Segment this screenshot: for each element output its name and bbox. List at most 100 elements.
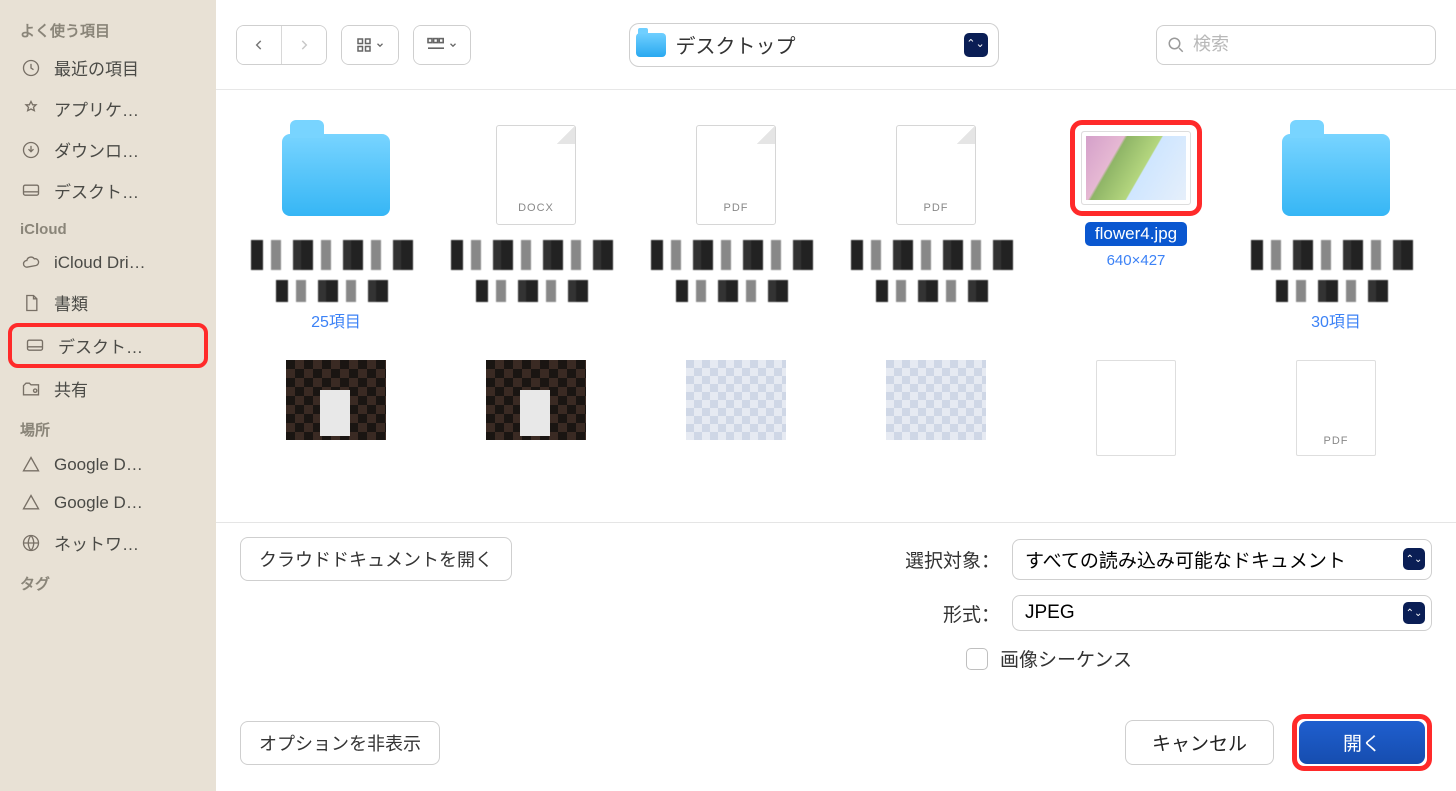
options-bar: クラウドドキュメントを開く 選択対象： すべての読み込み可能なドキュメント ⌃⌄… <box>216 522 1456 700</box>
section-header-locations: 場所 <box>0 409 216 446</box>
sidebar-item-icloud-drive[interactable]: iCloud Dri… <box>0 244 216 282</box>
sidebar-item-desktop-fav[interactable]: デスクト… <box>0 170 216 211</box>
group-button[interactable] <box>413 25 471 65</box>
sidebar-label: 書類 <box>54 290 88 315</box>
document-thumb: PDF <box>896 125 976 225</box>
image-thumb <box>286 360 386 440</box>
toolbar: デスクトップ ⌃⌄ <box>216 0 1456 90</box>
selection-target-label: 選択対象： <box>905 546 1000 573</box>
file-item-r2-1[interactable] <box>236 360 436 522</box>
document-thumb <box>1096 360 1176 456</box>
open-button[interactable]: 開く <box>1299 721 1425 764</box>
path-selector[interactable]: デスクトップ ⌃⌄ <box>629 23 999 67</box>
file-item-r2-3[interactable] <box>636 360 836 522</box>
section-header-icloud: iCloud <box>0 211 216 244</box>
sidebar-item-network[interactable]: ネットワ… <box>0 522 216 563</box>
chevron-updown-icon: ⌃⌄ <box>1403 602 1425 624</box>
file-item-r2-4[interactable] <box>836 360 1036 522</box>
redacted-filename <box>276 280 396 302</box>
sidebar-item-downloads[interactable]: ダウンロ… <box>0 129 216 170</box>
document-thumb: PDF <box>1296 360 1376 456</box>
folder-icon <box>282 134 390 216</box>
redacted-filename <box>251 240 421 270</box>
redacted-filename <box>876 280 996 302</box>
sidebar-label: Google D… <box>54 493 143 513</box>
cancel-button[interactable]: キャンセル <box>1125 720 1274 765</box>
open-cloud-document-button[interactable]: クラウドドキュメントを開く <box>240 537 512 581</box>
folder-icon <box>1282 134 1390 216</box>
sidebar: よく使う項目 最近の項目 アプリケ… ダウンロ… デスクト… iCloud iC… <box>0 0 216 791</box>
cloud-icon <box>20 252 42 274</box>
download-icon <box>20 139 42 161</box>
file-item-folder-2[interactable]: 30項目 <box>1236 120 1436 350</box>
view-icon-button[interactable] <box>341 25 399 65</box>
redacted-filename <box>1251 240 1421 270</box>
search-field[interactable] <box>1156 25 1436 65</box>
file-item-pdf-1[interactable]: PDF <box>636 120 836 350</box>
sidebar-label: デスクト… <box>54 178 139 203</box>
file-grid: 25項目 DOCX PDF PDF flower4.jpg 640×427 30… <box>216 90 1456 522</box>
image-thumb <box>1081 131 1191 205</box>
redacted-filename <box>451 240 621 270</box>
document-icon <box>20 292 42 314</box>
desktop-icon <box>24 335 46 357</box>
format-label: 形式： <box>943 600 1000 627</box>
file-item-r2-6[interactable]: PDF <box>1236 360 1436 522</box>
image-thumb <box>486 360 586 440</box>
image-thumb <box>886 360 986 440</box>
image-dimensions: 640×427 <box>1107 252 1166 269</box>
hide-options-button[interactable]: オプションを非表示 <box>240 721 440 765</box>
file-item-r2-2[interactable] <box>436 360 636 522</box>
disk-icon <box>20 492 42 514</box>
globe-icon <box>20 532 42 554</box>
section-header-tags: タグ <box>0 563 216 600</box>
sidebar-label: 共有 <box>54 376 88 401</box>
document-thumb: PDF <box>696 125 776 225</box>
sidebar-section-locations: 場所 Google D… Google D… ネットワ… <box>0 409 216 563</box>
file-item-pdf-2[interactable]: PDF <box>836 120 1036 350</box>
item-count: 25項目 <box>311 308 361 332</box>
sidebar-label: 最近の項目 <box>54 55 139 80</box>
search-icon <box>1167 36 1185 54</box>
selected-filename: flower4.jpg <box>1085 222 1187 246</box>
sidebar-label: iCloud Dri… <box>54 253 146 273</box>
sidebar-item-google-d-2[interactable]: Google D… <box>0 484 216 522</box>
sidebar-item-google-d-1[interactable]: Google D… <box>0 446 216 484</box>
select-value: JPEG <box>1025 602 1075 624</box>
document-thumb: DOCX <box>496 125 576 225</box>
path-label: デスクトップ <box>676 30 954 59</box>
back-button[interactable] <box>237 26 281 64</box>
sidebar-item-recents[interactable]: 最近の項目 <box>0 47 216 88</box>
redacted-filename <box>476 280 596 302</box>
search-input[interactable] <box>1193 34 1425 55</box>
apps-icon <box>20 98 42 120</box>
forward-button[interactable] <box>282 26 326 64</box>
sidebar-section-icloud: iCloud iCloud Dri… 書類 デスクト… 共有 <box>0 211 216 409</box>
format-select[interactable]: JPEG ⌃⌄ <box>1012 595 1432 631</box>
file-item-r2-5[interactable] <box>1036 360 1236 522</box>
sidebar-label: ネットワ… <box>54 530 139 555</box>
clock-icon <box>20 57 42 79</box>
redacted-filename <box>851 240 1021 270</box>
image-sequence-label: 画像シーケンス <box>1000 645 1132 672</box>
redacted-filename <box>651 240 821 270</box>
sidebar-item-shared[interactable]: 共有 <box>0 368 216 409</box>
item-count: 30項目 <box>1311 308 1361 332</box>
sidebar-label: Google D… <box>54 455 143 475</box>
sidebar-item-applications[interactable]: アプリケ… <box>0 88 216 129</box>
chevron-updown-icon: ⌃⌄ <box>1403 548 1425 570</box>
sidebar-item-documents[interactable]: 書類 <box>0 282 216 323</box>
image-sequence-checkbox[interactable] <box>966 648 988 670</box>
disk-icon <box>20 454 42 476</box>
file-item-folder-1[interactable]: 25項目 <box>236 120 436 350</box>
file-item-flower4[interactable]: flower4.jpg 640×427 <box>1036 120 1236 350</box>
nav-group <box>236 25 327 65</box>
folder-icon <box>636 33 666 57</box>
sidebar-label: アプリケ… <box>54 96 139 121</box>
select-value: すべての読み込み可能なドキュメント <box>1025 546 1346 573</box>
redacted-filename <box>676 280 796 302</box>
sidebar-section-favorites: よく使う項目 最近の項目 アプリケ… ダウンロ… デスクト… <box>0 10 216 211</box>
file-item-docx[interactable]: DOCX <box>436 120 636 350</box>
selection-target-select[interactable]: すべての読み込み可能なドキュメント ⌃⌄ <box>1012 539 1432 580</box>
sidebar-item-desktop[interactable]: デスクト… <box>8 323 208 368</box>
